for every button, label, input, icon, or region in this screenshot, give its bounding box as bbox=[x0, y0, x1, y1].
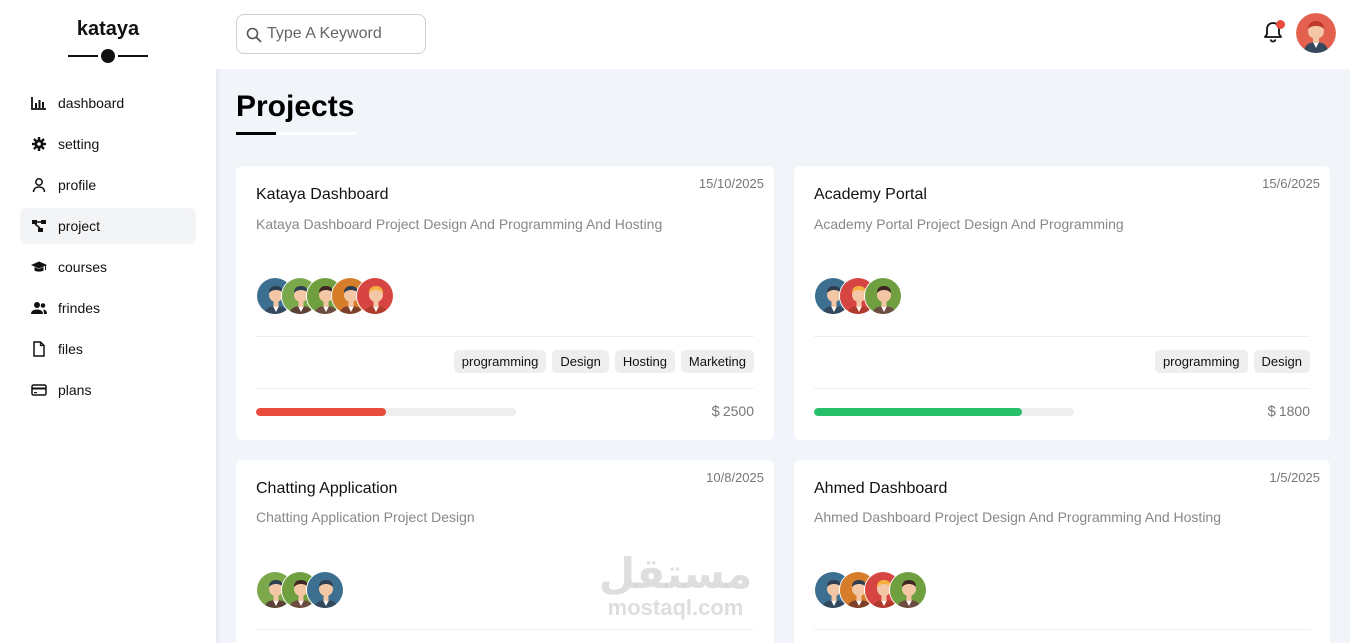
project-date: 15/6/2025 bbox=[1262, 176, 1320, 191]
project-title: Academy Portal bbox=[814, 186, 927, 203]
search-input[interactable] bbox=[267, 15, 422, 53]
graduation-cap-icon bbox=[31, 259, 47, 275]
sidebar: kataya dashboard setting profile project… bbox=[0, 0, 216, 643]
tag[interactable]: Design bbox=[552, 350, 609, 373]
project-description: Ahmed Dashboard Project Design And Progr… bbox=[814, 509, 1221, 525]
divider bbox=[256, 629, 754, 630]
search-icon bbox=[246, 27, 262, 43]
project-date: 1/5/2025 bbox=[1269, 470, 1320, 485]
user-icon bbox=[31, 177, 47, 193]
sidebar-item-profile[interactable]: profile bbox=[20, 167, 196, 203]
progress-fill bbox=[814, 408, 1022, 416]
project-date: 10/8/2025 bbox=[706, 470, 764, 485]
team-member-avatar[interactable] bbox=[306, 571, 344, 609]
tag[interactable]: programming bbox=[1154, 350, 1248, 373]
sidebar-item-label: frindes bbox=[58, 300, 101, 316]
currency-symbol: $ bbox=[711, 403, 720, 420]
sidebar-item-plans[interactable]: plans bbox=[20, 372, 196, 408]
chart-icon bbox=[31, 95, 47, 111]
watermark-latin: mostaql.com bbox=[607, 595, 744, 620]
team-avatars bbox=[814, 571, 927, 609]
tag[interactable]: Marketing bbox=[680, 350, 754, 373]
progress-fill bbox=[256, 408, 386, 416]
gear-icon bbox=[31, 136, 47, 152]
sidebar-item-label: files bbox=[58, 341, 83, 357]
sidebar-item-label: profile bbox=[58, 177, 97, 193]
project-price: $2500 bbox=[711, 403, 755, 420]
divider bbox=[814, 336, 1310, 337]
sidebar-item-label: plans bbox=[58, 382, 92, 398]
team-member-avatar[interactable] bbox=[356, 277, 394, 315]
tag[interactable]: Design bbox=[1253, 350, 1310, 373]
project-tags: programming Design bbox=[1154, 350, 1310, 373]
sidebar-item-label: courses bbox=[58, 259, 108, 275]
project-tags: programming Design Hosting Marketing bbox=[453, 350, 754, 373]
project-title: Kataya Dashboard bbox=[256, 186, 389, 203]
page-title: Projects bbox=[236, 90, 355, 123]
project-title: Chatting Application bbox=[256, 480, 398, 497]
team-member-avatar[interactable] bbox=[864, 277, 902, 315]
watermark-arabic: مستقل bbox=[598, 549, 753, 598]
sidebar-item-frindes[interactable]: frindes bbox=[20, 290, 196, 326]
brand-decoration bbox=[68, 49, 148, 63]
user-avatar[interactable] bbox=[1296, 13, 1336, 53]
project-card[interactable]: 15/6/2025 Academy Portal Academy Portal … bbox=[794, 166, 1330, 440]
divider bbox=[814, 629, 1310, 630]
project-description: Kataya Dashboard Project Design And Prog… bbox=[256, 216, 663, 232]
project-description: Academy Portal Project Design And Progra… bbox=[814, 216, 1124, 232]
top-header bbox=[216, 0, 1350, 69]
sidebar-item-files[interactable]: files bbox=[20, 331, 196, 367]
sidebar-item-label: setting bbox=[58, 136, 100, 152]
sidebar-item-project[interactable]: project bbox=[20, 208, 196, 244]
watermark-logo: مستقل mostaql.com bbox=[593, 552, 758, 620]
tag[interactable]: Hosting bbox=[614, 350, 675, 373]
team-member-avatar[interactable] bbox=[889, 571, 927, 609]
tag[interactable]: programming bbox=[453, 350, 547, 373]
currency-symbol: $ bbox=[1267, 403, 1276, 420]
project-price: $1800 bbox=[1267, 403, 1311, 420]
search-box[interactable] bbox=[236, 14, 426, 54]
divider bbox=[256, 388, 754, 389]
team-avatars bbox=[256, 571, 344, 609]
project-card[interactable]: 15/10/2025 Kataya Dashboard Kataya Dashb… bbox=[236, 166, 774, 440]
progress-bar bbox=[814, 408, 1074, 416]
project-card[interactable]: 1/5/2025 Ahmed Dashboard Ahmed Dashboard… bbox=[794, 460, 1330, 643]
sidebar-item-label: project bbox=[58, 218, 101, 234]
team-avatars bbox=[814, 277, 902, 315]
sidebar-nav: dashboard setting profile project course… bbox=[0, 85, 216, 408]
file-icon bbox=[31, 341, 47, 357]
sidebar-item-setting[interactable]: setting bbox=[20, 126, 196, 162]
title-underline bbox=[236, 132, 356, 135]
sidebar-item-courses[interactable]: courses bbox=[20, 249, 196, 285]
credit-card-icon bbox=[31, 382, 47, 398]
progress-bar bbox=[256, 408, 516, 416]
project-title: Ahmed Dashboard bbox=[814, 480, 948, 497]
notification-badge bbox=[1276, 20, 1285, 29]
diagram-icon bbox=[31, 218, 47, 234]
sidebar-item-label: dashboard bbox=[58, 95, 125, 111]
divider bbox=[256, 336, 754, 337]
brand-name: kataya bbox=[76, 18, 140, 40]
notifications-button[interactable] bbox=[1262, 20, 1285, 44]
users-icon bbox=[31, 300, 47, 316]
divider bbox=[814, 388, 1310, 389]
sidebar-item-dashboard[interactable]: dashboard bbox=[20, 85, 196, 121]
team-avatars bbox=[256, 277, 394, 315]
project-date: 15/10/2025 bbox=[698, 176, 764, 191]
project-description: Chatting Application Project Design bbox=[256, 509, 475, 525]
